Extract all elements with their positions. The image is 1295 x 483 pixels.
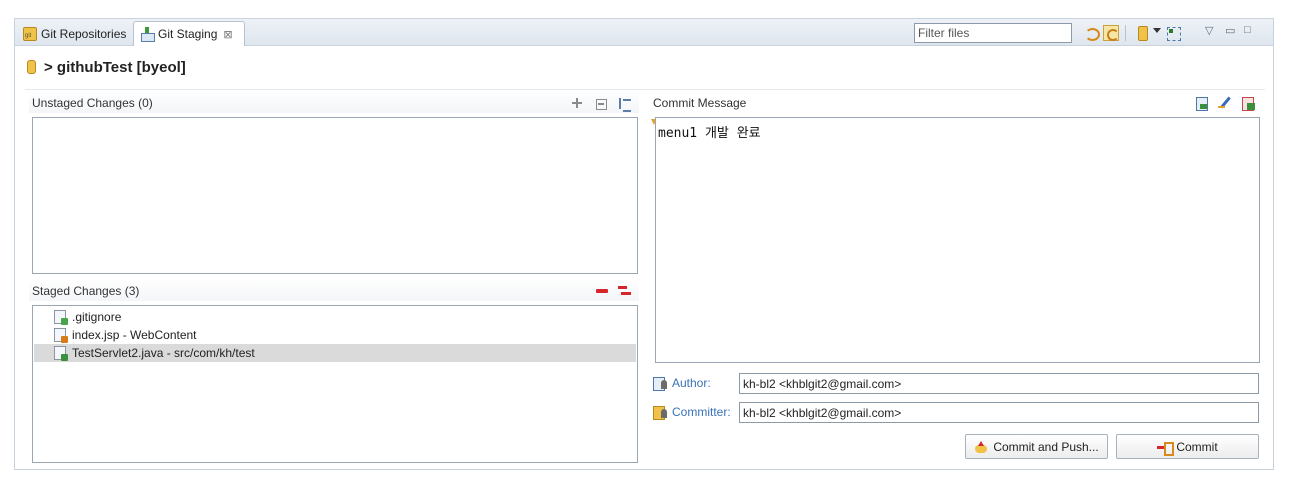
link-with-selection-icon[interactable] (1103, 25, 1119, 41)
view-tab-bar: Git Repositories Git Staging ⊠ ▽ ▭ □ (15, 19, 1273, 46)
amend-commit-icon[interactable] (1194, 96, 1208, 111)
remove-all-from-index-icon[interactable] (617, 284, 631, 298)
commit-message-title: Commit Message (653, 96, 747, 110)
git-repositories-icon (23, 26, 37, 41)
push-icon (974, 440, 988, 453)
committer-icon (653, 405, 669, 420)
maximize-icon[interactable]: □ (1244, 24, 1251, 36)
list-item[interactable]: index.jsp - WebContent (34, 326, 636, 344)
minimize-icon[interactable]: ▭ (1225, 24, 1235, 37)
commit-and-push-label: Commit and Push... (993, 439, 1099, 454)
list-item[interactable]: .gitignore (34, 308, 636, 326)
staged-changes-title: Staged Changes (3) (32, 284, 140, 298)
author-icon (653, 376, 669, 391)
jsp-file-icon (54, 328, 68, 343)
committer-label-text: Committer: (672, 405, 731, 419)
tab-git-staging[interactable]: Git Staging ⊠ (133, 21, 245, 46)
commit-icon (1157, 441, 1175, 456)
text-file-icon (54, 310, 68, 325)
git-staging-icon (140, 27, 155, 42)
add-change-id-icon[interactable] (1241, 96, 1255, 111)
chevron-down-icon[interactable] (1153, 28, 1161, 33)
committer-label: Committer: (653, 405, 731, 420)
repository-title: > githubTest [byeol] (44, 58, 186, 76)
file-label: .gitignore (72, 310, 122, 324)
tab-label: Git Repositories (41, 26, 127, 41)
close-icon[interactable]: ⊠ (223, 28, 232, 41)
list-item-selected[interactable]: TestServlet2.java - src/com/kh/test (34, 344, 636, 362)
commit-label: Commit (1176, 439, 1218, 454)
toolbar-separator (1125, 25, 1126, 41)
view-menu-icon[interactable]: ▽ (1205, 24, 1213, 37)
add-all-to-index-icon[interactable] (593, 96, 607, 110)
tab-git-repositories[interactable]: Git Repositories (17, 21, 133, 46)
java-file-icon (54, 346, 68, 361)
author-field[interactable] (739, 373, 1259, 394)
repository-header: > githubTest [byeol] (27, 57, 186, 77)
add-to-index-icon[interactable] (570, 96, 584, 110)
unstaged-changes-title: Unstaged Changes (0) (32, 96, 153, 110)
sort-icon[interactable] (618, 96, 632, 112)
remove-from-index-icon[interactable] (595, 284, 609, 298)
signed-off-icon[interactable] (1218, 96, 1232, 110)
commit-and-push-button[interactable]: Commit and Push... (965, 434, 1108, 459)
author-label-text: Author: (672, 376, 711, 390)
commit-button[interactable]: Commit (1116, 434, 1259, 459)
repository-selector-icon[interactable] (1135, 25, 1151, 41)
tab-label: Git Staging (158, 27, 218, 41)
staged-changes-list[interactable]: .gitignore index.jsp - WebContent TestSe… (32, 305, 638, 463)
refresh-icon[interactable] (1083, 25, 1100, 41)
presentation-layout-icon[interactable] (1165, 25, 1181, 41)
file-label: TestServlet2.java - src/com/kh/test (72, 346, 255, 360)
file-label: index.jsp - WebContent (72, 328, 197, 342)
filter-files-input[interactable] (914, 23, 1072, 43)
header-divider (25, 89, 1265, 90)
author-label: Author: (653, 376, 711, 391)
commit-message-input[interactable] (655, 117, 1260, 363)
unstaged-changes-list[interactable] (32, 117, 638, 274)
committer-field[interactable] (739, 402, 1259, 423)
git-staging-view: Git Repositories Git Staging ⊠ ▽ ▭ □ > g… (14, 18, 1274, 470)
repository-icon (27, 60, 36, 74)
